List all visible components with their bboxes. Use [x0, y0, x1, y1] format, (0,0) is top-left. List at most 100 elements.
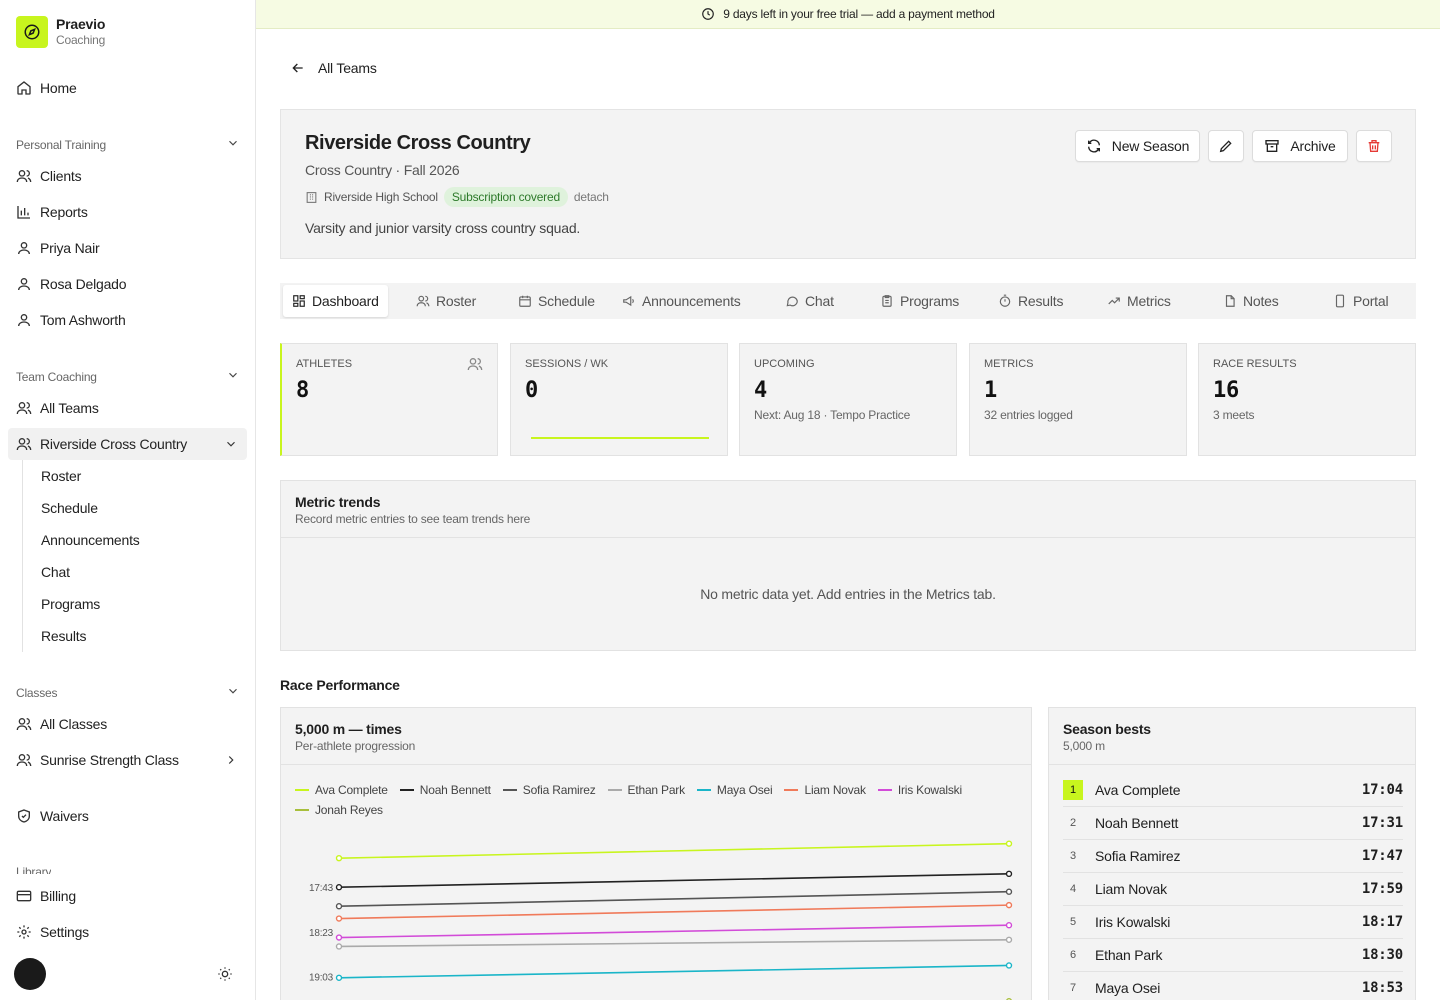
delete-button[interactable]	[1356, 130, 1392, 162]
tab-dashboard[interactable]: Dashboard	[283, 285, 388, 317]
avatar[interactable]	[14, 958, 46, 990]
clipboard-icon	[880, 294, 894, 308]
tab-schedule[interactable]: Schedule	[509, 285, 604, 317]
y-tick-label: 19:03	[309, 973, 334, 984]
chevron-right-icon[interactable]	[223, 752, 239, 768]
sidebar-item-riverside[interactable]: Riverside Cross Country	[8, 428, 247, 460]
tab-chat[interactable]: Chat	[776, 285, 843, 317]
back-link[interactable]: All Teams	[290, 60, 377, 76]
data-point[interactable]	[335, 915, 343, 922]
data-point[interactable]	[1005, 888, 1013, 895]
table-row[interactable]: 1 Ava Complete 17:04	[1063, 774, 1403, 807]
stat-card-athletes[interactable]: ATHLETES 8	[280, 343, 498, 456]
legend-item[interactable]: Jonah Reyes	[295, 800, 383, 820]
legend-item[interactable]: Iris Kowalski	[877, 780, 962, 800]
trial-banner[interactable]: 9 days left in your free trial — add a p…	[256, 0, 1440, 29]
data-point[interactable]	[1005, 840, 1013, 847]
brand[interactable]: Praevio Coaching	[16, 16, 105, 48]
tab-roster[interactable]: Roster	[407, 285, 485, 317]
data-point[interactable]	[335, 854, 343, 862]
trash-icon	[1366, 138, 1382, 154]
sidebar-item-client[interactable]: Priya Nair	[8, 232, 247, 264]
legend-swatch	[502, 789, 517, 791]
subnav-results[interactable]: Results	[23, 620, 242, 652]
data-point[interactable]	[335, 903, 343, 910]
sidebar-item-reports[interactable]: Reports	[8, 196, 247, 228]
table-row[interactable]: 6 Ethan Park 18:30	[1063, 939, 1403, 972]
subnav-programs[interactable]: Programs	[23, 588, 242, 620]
sun-icon[interactable]	[215, 964, 235, 984]
sidebar-item-clients[interactable]: Clients	[8, 160, 247, 192]
data-point[interactable]	[335, 884, 343, 891]
section-label: Team Coaching	[16, 369, 97, 384]
legend-item[interactable]: Ava Complete	[295, 780, 388, 800]
section-classes[interactable]: Classes	[16, 684, 240, 701]
legend-item[interactable]: Liam Novak	[784, 780, 866, 800]
sidebar-item-billing[interactable]: Billing	[8, 880, 247, 912]
sessions-sparkline	[531, 437, 709, 439]
users-icon	[16, 752, 32, 768]
chevron-down-icon[interactable]	[223, 436, 239, 452]
detach-link[interactable]: detach	[574, 190, 609, 204]
table-row[interactable]: 3 Sofia Ramirez 17:47	[1063, 840, 1403, 873]
athlete-name: Iris Kowalski	[1095, 914, 1171, 930]
table-row[interactable]: 2 Noah Bennett 17:31	[1063, 807, 1403, 840]
data-point[interactable]	[1005, 922, 1013, 929]
credit-card-icon	[16, 888, 32, 904]
edit-button[interactable]	[1208, 130, 1244, 162]
subnav-schedule[interactable]: Schedule	[23, 492, 242, 524]
subnav-roster[interactable]: Roster	[23, 460, 242, 492]
stat-card-race-results[interactable]: RACE RESULTS 16 3 meets	[1198, 343, 1416, 456]
legend-label: Jonah Reyes	[315, 803, 383, 817]
sidebar-item-client[interactable]: Tom Ashworth	[8, 304, 247, 336]
data-point[interactable]	[1005, 901, 1013, 909]
data-point[interactable]	[335, 934, 343, 941]
tab-results[interactable]: Results	[989, 285, 1072, 317]
tab-notes[interactable]: Notes	[1214, 285, 1288, 317]
tab-label: Metrics	[1127, 293, 1171, 309]
card-subtitle: 5,000 m	[1063, 739, 1105, 753]
sidebar-item-client[interactable]: Rosa Delgado	[8, 268, 247, 300]
sidebar-item-all-teams[interactable]: All Teams	[8, 392, 247, 424]
legend-item[interactable]: Sofia Ramirez	[502, 780, 596, 800]
legend-item[interactable]: Maya Osei	[696, 780, 773, 800]
tab-programs[interactable]: Programs	[871, 285, 968, 317]
table-row[interactable]: 7 Maya Osei 18:53	[1063, 972, 1403, 1000]
data-point[interactable]	[1005, 962, 1013, 969]
legend-item[interactable]: Noah Bennett	[399, 780, 491, 800]
stat-card-metrics[interactable]: METRICS 1 32 entries logged	[969, 343, 1187, 456]
sidebar-item-sunrise[interactable]: Sunrise Strength Class	[8, 744, 247, 776]
tab-metrics[interactable]: Metrics	[1098, 285, 1180, 317]
sidebar-item-label: Waivers	[40, 808, 89, 824]
section-team-coaching[interactable]: Team Coaching	[16, 368, 240, 385]
section-library[interactable]: Library	[16, 862, 51, 874]
sidebar-item-home[interactable]: Home	[8, 72, 247, 104]
stat-card-sessions[interactable]: SESSIONS / WK 0	[510, 343, 728, 456]
subnav-announcements[interactable]: Announcements	[23, 524, 242, 556]
metric-trends-card: Metric trends Record metric entries to s…	[280, 480, 1416, 651]
data-point[interactable]	[335, 943, 343, 950]
tab-portal[interactable]: Portal	[1324, 285, 1397, 317]
archive-button[interactable]: Archive	[1252, 130, 1348, 162]
user-icon	[16, 240, 32, 256]
table-row[interactable]: 4 Liam Novak 17:59	[1063, 873, 1403, 906]
data-point[interactable]	[335, 974, 343, 981]
pencil-icon	[1218, 138, 1234, 154]
section-personal-training[interactable]: Personal Training	[16, 136, 240, 153]
series-line	[338, 938, 1010, 948]
new-season-button[interactable]: New Season	[1075, 130, 1200, 162]
stat-card-upcoming[interactable]: UPCOMING 4 Next: Aug 18 · Tempo Practice	[739, 343, 957, 456]
tab-announcements[interactable]: Announcements	[613, 285, 750, 317]
users-icon	[16, 436, 32, 452]
legend-swatch	[877, 789, 892, 791]
sidebar-item-waivers[interactable]: Waivers	[8, 800, 247, 832]
stat-value: 16	[1213, 378, 1240, 403]
sidebar-item-all-classes[interactable]: All Classes	[8, 708, 247, 740]
legend-item[interactable]: Ethan Park	[607, 780, 685, 800]
sidebar-item-settings[interactable]: Settings	[8, 916, 247, 948]
table-row[interactable]: 5 Iris Kowalski 18:17	[1063, 906, 1403, 939]
data-point[interactable]	[1005, 870, 1013, 878]
file-icon	[1223, 294, 1237, 308]
data-point[interactable]	[1005, 936, 1013, 943]
subnav-chat[interactable]: Chat	[23, 556, 242, 588]
